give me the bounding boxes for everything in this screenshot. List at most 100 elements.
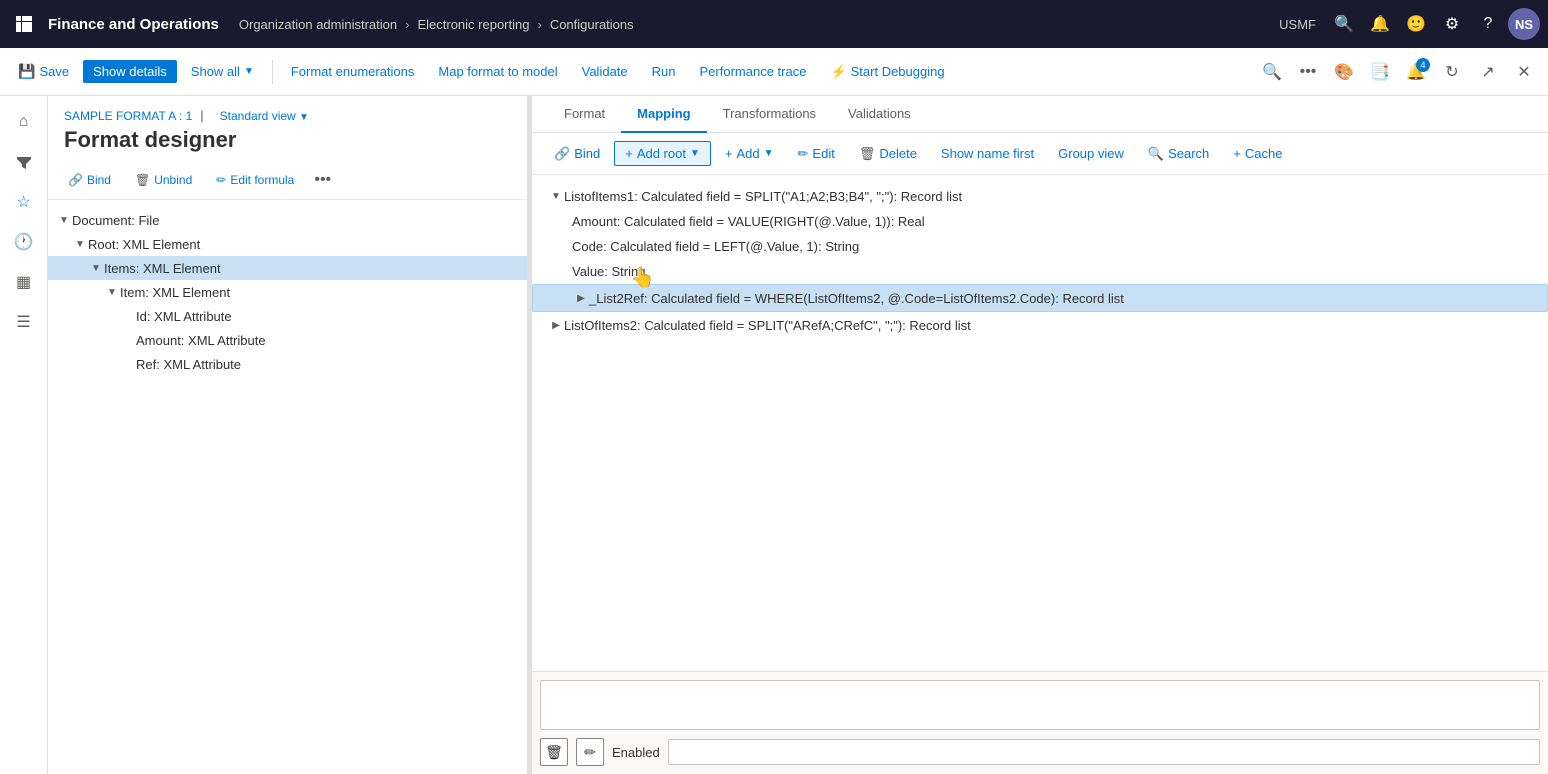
mapping-toggle-list2ref[interactable]: ▶	[573, 290, 589, 306]
mapping-item-code-calc[interactable]: Code: Calculated field = LEFT(@.Value, 1…	[532, 234, 1548, 259]
search-icon[interactable]: 🔍	[1328, 8, 1360, 40]
main-layout: ⌂ ☆ 🕐 ▦ ☰ SAMPLE FORMAT A : 1 | Standard…	[0, 96, 1548, 774]
mapping-edit-icon: ✏	[798, 146, 809, 162]
tab-mapping[interactable]: Mapping	[621, 96, 706, 133]
show-name-first-button[interactable]: Show name first	[931, 142, 1044, 165]
right-panel-mapping: Format Mapping Transformations Validatio…	[532, 96, 1548, 774]
mapping-search-button[interactable]: 🔍 Search	[1138, 142, 1219, 166]
more-options-icon[interactable]: •••	[1292, 56, 1324, 88]
enabled-input[interactable]	[668, 739, 1540, 765]
enabled-label: Enabled	[612, 745, 660, 760]
mapping-delete-button[interactable]: 🗑 Delete	[849, 142, 927, 166]
format-tree-container: ▼ Document: File ▼ Root: XML Element ▼ I…	[48, 200, 527, 774]
breadcrumb: Organization administration › Electronic…	[239, 17, 1279, 32]
org-label: USMF	[1279, 17, 1316, 32]
notifications-icon[interactable]: 🔔	[1364, 8, 1396, 40]
tab-transformations[interactable]: Transformations	[707, 96, 832, 133]
tree-toggle-document[interactable]: ▼	[56, 212, 72, 228]
mapping-item-list2ref[interactable]: ▶ _List2Ref: Calculated field = WHERE(Li…	[532, 284, 1548, 312]
tree-toggle-item[interactable]: ▼	[104, 284, 120, 300]
left-panel-format-tree: SAMPLE FORMAT A : 1 | Standard view ▼ Fo…	[48, 96, 528, 774]
format-enumerations-button[interactable]: Format enumerations	[281, 60, 425, 83]
mapping-item-listofitems1[interactable]: ▼ ListofItems1: Calculated field = SPLIT…	[532, 183, 1548, 209]
bind-icon: 🔗	[68, 173, 83, 187]
close-icon[interactable]: ✕	[1508, 56, 1540, 88]
nav-star-icon[interactable]: ☆	[6, 184, 42, 220]
performance-trace-button[interactable]: Performance trace	[690, 60, 817, 83]
mapping-toggle-listofitems1[interactable]: ▼	[548, 188, 564, 204]
standard-view-chevron: ▼	[299, 112, 309, 123]
save-button[interactable]: 💾 Save	[8, 59, 79, 84]
mapping-cache-plus-icon: +	[1233, 146, 1241, 161]
unbind-icon: 🗑	[135, 173, 150, 187]
nav-filter-icon[interactable]	[6, 144, 42, 180]
action-separator-1	[272, 60, 273, 84]
show-all-button[interactable]: Show all ▼	[181, 60, 264, 83]
bottom-delete-icon: 🗑	[545, 744, 563, 761]
mapping-toolbar: 🔗 Bind + Add root ▼ + Add ▼ ✏ Edit	[532, 133, 1548, 175]
edit-formula-button[interactable]: ✏ Edit formula	[208, 170, 302, 190]
bottom-actions: 🗑 ✏ Enabled	[540, 738, 1540, 766]
nav-list-icon[interactable]: ☰	[6, 304, 42, 340]
tree-toggle-root[interactable]: ▼	[72, 236, 88, 252]
run-button[interactable]: Run	[642, 60, 686, 83]
debug-icon: ⚡	[830, 64, 846, 80]
open-external-icon[interactable]: ↗	[1472, 56, 1504, 88]
nav-home-icon[interactable]: ⌂	[6, 104, 42, 140]
tree-item-root[interactable]: ▼ Root: XML Element	[48, 232, 527, 256]
start-debugging-button[interactable]: ⚡ Start Debugging	[820, 60, 954, 84]
sample-format-label[interactable]: SAMPLE FORMAT A : 1	[64, 109, 192, 123]
mapping-add-root-button[interactable]: + Add root ▼	[614, 141, 711, 166]
tab-format[interactable]: Format	[548, 96, 621, 133]
mapping-bind-icon: 🔗	[554, 146, 570, 162]
show-details-button[interactable]: Show details	[83, 60, 177, 83]
alerts-icon[interactable]: 🔔 4	[1400, 56, 1432, 88]
tree-item-id[interactable]: ▶ Id: XML Attribute	[48, 304, 527, 328]
edit-formula-icon: ✏	[216, 173, 226, 187]
validate-button[interactable]: Validate	[572, 60, 638, 83]
tree-item-item[interactable]: ▼ Item: XML Element	[48, 280, 527, 304]
unbind-button[interactable]: 🗑 Unbind	[127, 170, 200, 190]
refresh-icon[interactable]: ↻	[1436, 56, 1468, 88]
mapping-cache-button[interactable]: + Cache	[1223, 142, 1292, 165]
standard-view-dropdown[interactable]: Standard view ▼	[220, 109, 309, 123]
bottom-edit-button[interactable]: ✏	[576, 738, 604, 766]
mapping-bind-button[interactable]: 🔗 Bind	[544, 142, 610, 166]
mapping-item-value-string[interactable]: Value: String	[532, 259, 1548, 284]
mapping-item-amount-calc[interactable]: Amount: Calculated field = VALUE(RIGHT(@…	[532, 209, 1548, 234]
mapping-item-listofitems2[interactable]: ▶ ListOfItems2: Calculated field = SPLIT…	[532, 312, 1548, 338]
tree-item-amount-attr[interactable]: ▶ Amount: XML Attribute	[48, 328, 527, 352]
mapping-edit-button[interactable]: ✏ Edit	[788, 142, 845, 166]
bottom-input-area[interactable]	[540, 680, 1540, 730]
top-navigation-bar: Finance and Operations Organization admi…	[0, 0, 1548, 48]
tree-toggle-items[interactable]: ▼	[88, 260, 104, 276]
tree-item-items[interactable]: ▼ Items: XML Element	[48, 256, 527, 280]
mapping-add-button[interactable]: + Add ▼	[715, 142, 784, 165]
tree-item-document[interactable]: ▼ Document: File	[48, 208, 527, 232]
bottom-delete-button[interactable]: 🗑	[540, 738, 568, 766]
group-view-button[interactable]: Group view	[1048, 142, 1134, 165]
save-icon: 💾	[18, 63, 35, 80]
emoji-icon[interactable]: 🙂	[1400, 8, 1432, 40]
avatar[interactable]: NS	[1508, 8, 1540, 40]
search-action-icon[interactable]: 🔍	[1256, 56, 1288, 88]
mapping-search-icon: 🔍	[1148, 146, 1164, 162]
bottom-edit-icon: ✏	[584, 744, 596, 761]
help-icon[interactable]: ?	[1472, 8, 1504, 40]
bind-button[interactable]: 🔗 Bind	[60, 170, 119, 190]
palette-icon[interactable]: 🎨	[1328, 56, 1360, 88]
bookmark-icon[interactable]: 📑	[1364, 56, 1396, 88]
nav-clock-icon[interactable]: 🕐	[6, 224, 42, 260]
breadcrumb-configurations[interactable]: Configurations	[550, 17, 634, 32]
settings-icon[interactable]: ⚙	[1436, 8, 1468, 40]
breadcrumb-electronic-reporting[interactable]: Electronic reporting	[417, 17, 529, 32]
apps-menu-icon[interactable]	[8, 8, 40, 40]
mapping-toggle-listofitems2[interactable]: ▶	[548, 317, 564, 333]
map-format-to-model-button[interactable]: Map format to model	[428, 60, 567, 83]
tree-item-ref[interactable]: ▶ Ref: XML Attribute	[48, 352, 527, 376]
tab-validations[interactable]: Validations	[832, 96, 927, 133]
more-toolbar-icon[interactable]: •••	[310, 169, 335, 191]
nav-table-icon[interactable]: ▦	[6, 264, 42, 300]
breadcrumb-org-admin[interactable]: Organization administration	[239, 17, 397, 32]
mapping-add-plus-icon: +	[725, 146, 733, 161]
